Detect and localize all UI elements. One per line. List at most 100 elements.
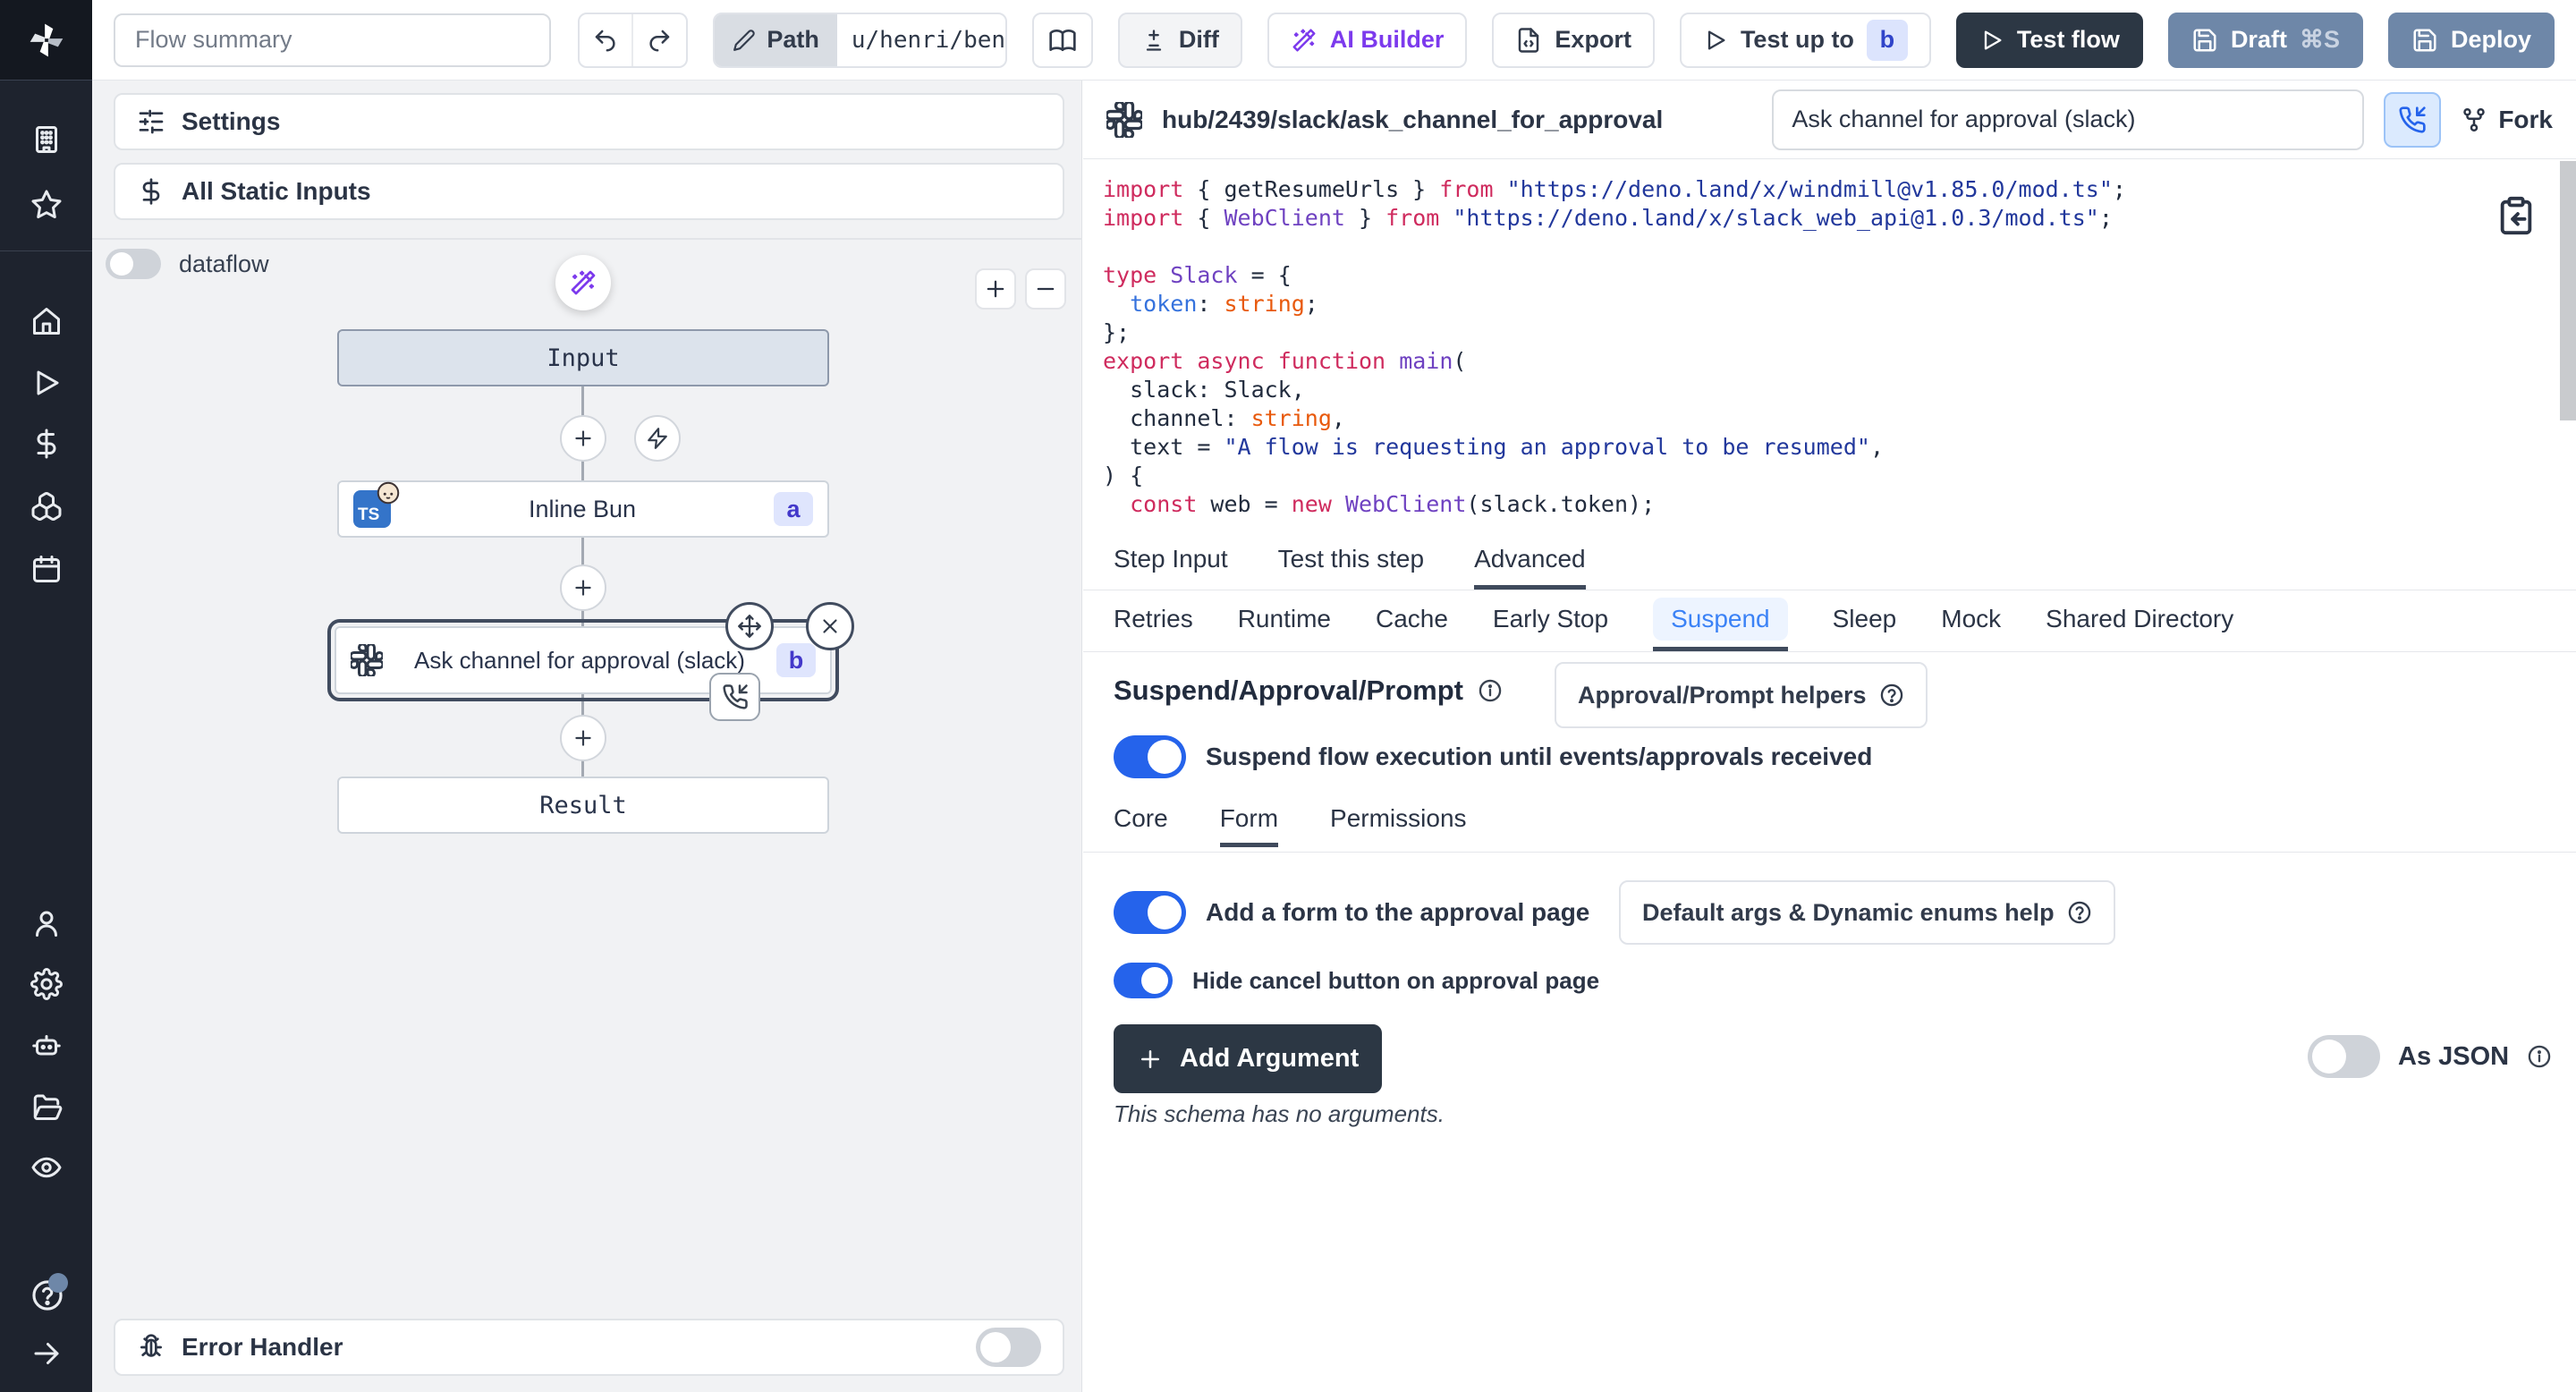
save-icon [2411, 27, 2438, 54]
add-step-button[interactable] [560, 564, 606, 611]
folders-icon[interactable] [30, 1091, 63, 1123]
error-handler-row[interactable]: Error Handler [114, 1319, 1064, 1376]
workers-robot-icon[interactable] [30, 1030, 63, 1062]
code-editor[interactable]: import { getResumeUrls } from "https://d… [1083, 159, 2576, 533]
help-icon[interactable] [30, 1278, 63, 1311]
flow-node-result[interactable]: Result [337, 777, 829, 834]
workspace-icon[interactable] [30, 123, 63, 156]
flow-settings-label: Settings [182, 107, 280, 136]
plus-icon [572, 726, 595, 750]
zoom-in-button[interactable] [975, 268, 1016, 310]
subtab-early-stop[interactable]: Early Stop [1493, 590, 1608, 651]
flow-node-input[interactable]: Input [337, 329, 829, 386]
error-handler-label: Error Handler [182, 1333, 343, 1362]
as-json-toggle[interactable] [2308, 1035, 2380, 1078]
add-form-toggle-row: Add a form to the approval page [1114, 891, 1589, 934]
windmill-logo[interactable] [0, 0, 92, 81]
subtab-shared-directory[interactable]: Shared Directory [2046, 590, 2233, 651]
code-scrollbar-thumb[interactable] [2560, 161, 2576, 420]
favorites-star-icon[interactable] [30, 189, 63, 221]
undo-redo-group [578, 13, 689, 68]
sidebar [0, 0, 92, 1392]
add-argument-button[interactable]: Add Argument [1114, 1024, 1382, 1093]
pencil-icon [733, 29, 756, 52]
subtab-sleep[interactable]: Sleep [1833, 590, 1897, 651]
schedules-icon[interactable] [30, 553, 63, 585]
suspend-phone-badge[interactable] [709, 673, 760, 721]
add-argument-label: Add Argument [1180, 1044, 1359, 1074]
flow-graph-panel: Settings All Static Inputs dataflow Inpu… [92, 81, 1082, 1392]
test-up-to-button[interactable]: Test up to b [1680, 13, 1931, 68]
ai-flow-wand-button[interactable] [555, 255, 611, 310]
tab-core[interactable]: Core [1114, 794, 1168, 847]
subtab-mock[interactable]: Mock [1941, 590, 2001, 651]
git-fork-icon [2461, 106, 2487, 133]
hide-cancel-label: Hide cancel button on approval page [1192, 967, 1599, 995]
step-title-input[interactable] [1772, 89, 2364, 150]
add-trigger-button[interactable] [634, 415, 681, 462]
dollar-icon [137, 177, 165, 206]
tab-permissions[interactable]: Permissions [1330, 794, 1466, 847]
all-static-inputs-row[interactable]: All Static Inputs [114, 163, 1064, 220]
add-step-button[interactable] [560, 715, 606, 761]
dataflow-toggle[interactable] [106, 249, 161, 279]
fork-button[interactable]: Fork [2461, 106, 2553, 134]
flow-settings-row[interactable]: Settings [114, 93, 1064, 150]
info-icon[interactable] [1478, 678, 1503, 703]
suspend-flow-toggle[interactable] [1114, 735, 1186, 778]
runs-icon[interactable] [30, 367, 63, 399]
diff-label: Diff [1179, 26, 1219, 54]
clipboard-paste-icon [2496, 195, 2537, 236]
subtab-cache[interactable]: Cache [1376, 590, 1448, 651]
node-input-label: Input [353, 344, 813, 372]
flow-summary-input[interactable] [114, 13, 551, 67]
default-args-help-button[interactable]: Default args & Dynamic enums help [1619, 880, 2115, 945]
info-icon[interactable] [2527, 1044, 2552, 1069]
draft-button[interactable]: Draft ⌘S [2168, 13, 2363, 68]
test-flow-button[interactable]: Test flow [1956, 13, 2143, 68]
subtab-suspend[interactable]: Suspend [1653, 590, 1788, 651]
path-button[interactable]: Path u/henri/ben [713, 13, 1007, 68]
top-toolbar: Path u/henri/ben Diff AI Builder Export … [92, 0, 2576, 81]
tab-step-input[interactable]: Step Input [1114, 533, 1228, 590]
variables-icon[interactable] [30, 428, 63, 460]
settings-gear-icon[interactable] [30, 968, 63, 1000]
plus-icon [572, 576, 595, 599]
tab-advanced[interactable]: Advanced [1474, 533, 1586, 590]
docs-button[interactable] [1032, 13, 1093, 68]
suspend-indicator-button[interactable] [2384, 92, 2441, 148]
move-step-button[interactable] [725, 602, 774, 650]
tab-form[interactable]: Form [1220, 794, 1278, 847]
windmill-flow-editor: Path u/henri/ben Diff AI Builder Export … [0, 0, 2576, 1392]
advanced-subtabs: Retries Runtime Cache Early Stop Suspend… [1083, 590, 2576, 652]
slack-icon [351, 644, 383, 676]
add-form-toggle[interactable] [1114, 891, 1186, 934]
zoom-out-button[interactable] [1025, 268, 1066, 310]
ai-builder-button[interactable]: AI Builder [1267, 13, 1468, 68]
step-tabs: Step Input Test this step Advanced [1083, 533, 2576, 590]
hide-cancel-toggle[interactable] [1114, 963, 1173, 998]
export-button[interactable]: Export [1492, 13, 1655, 68]
audit-eye-icon[interactable] [30, 1151, 63, 1184]
subtab-runtime[interactable]: Runtime [1238, 590, 1331, 651]
approval-prompt-helpers-button[interactable]: Approval/Prompt helpers [1555, 662, 1928, 728]
users-icon[interactable] [30, 907, 63, 939]
suspend-config-tabs: Core Form Permissions [1114, 794, 1467, 847]
delete-step-button[interactable] [806, 602, 854, 650]
add-step-button[interactable] [560, 415, 606, 462]
redo-button[interactable] [633, 14, 687, 66]
flow-node-inline-bun[interactable]: TS Inline Bun a [337, 480, 829, 538]
resources-icon[interactable] [30, 490, 63, 522]
error-handler-toggle[interactable] [976, 1328, 1041, 1367]
tab-test-this-step[interactable]: Test this step [1278, 533, 1424, 590]
undo-button[interactable] [580, 14, 633, 66]
home-icon[interactable] [30, 305, 63, 337]
diff-button[interactable]: Diff [1118, 13, 1242, 68]
deploy-button[interactable]: Deploy [2388, 13, 2555, 68]
subtab-retries[interactable]: Retries [1114, 590, 1193, 651]
slack-icon [1106, 102, 1142, 138]
all-static-inputs-label: All Static Inputs [182, 177, 371, 206]
add-form-label: Add a form to the approval page [1206, 898, 1589, 927]
copy-code-button[interactable] [2496, 195, 2538, 238]
expand-sidebar-icon[interactable] [30, 1337, 63, 1370]
